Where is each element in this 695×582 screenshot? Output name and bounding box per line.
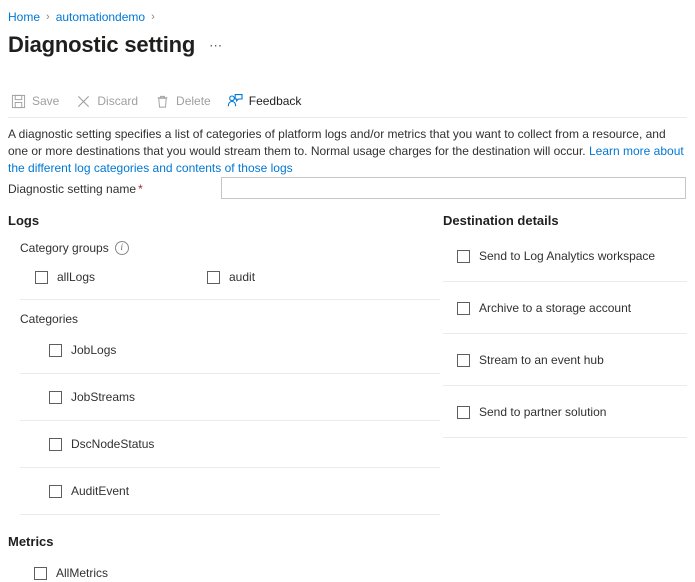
checkbox-audit[interactable]: audit	[207, 268, 255, 286]
close-icon	[75, 93, 91, 109]
checkbox-jobstreams[interactable]: JobStreams	[49, 388, 440, 406]
checkbox-joblogs[interactable]: JobLogs	[49, 341, 440, 359]
discard-button-label: Discard	[97, 93, 138, 109]
category-row-auditevent: AuditEvent	[8, 468, 440, 515]
category-row-jobstreams: JobStreams	[8, 374, 440, 421]
chevron-right-icon: ›	[151, 9, 155, 25]
feedback-icon	[227, 93, 243, 109]
breadcrumb: Home › automationdemo ›	[8, 9, 161, 25]
feedback-button-label: Feedback	[249, 93, 302, 109]
category-row-dscnodestatus: DscNodeStatus	[8, 421, 440, 468]
checkbox-stream-to-event-hub-box[interactable]	[457, 354, 470, 367]
discard-button[interactable]: Discard	[75, 90, 138, 112]
checkbox-send-to-log-analytics-workspace-box[interactable]	[457, 250, 470, 263]
feedback-button[interactable]: Feedback	[227, 90, 302, 112]
metrics-heading: Metrics	[8, 533, 440, 551]
checkbox-send-to-log-analytics-workspace[interactable]: Send to Log Analytics workspace	[457, 247, 687, 265]
checkbox-stream-to-event-hub-label: Stream to an event hub	[479, 352, 604, 368]
delete-button[interactable]: Delete	[154, 90, 211, 112]
info-icon[interactable]	[115, 241, 129, 255]
checkbox-joblogs-box[interactable]	[49, 344, 62, 357]
checkbox-alllogs-label: allLogs	[57, 269, 95, 285]
breadcrumb-item-automationdemo[interactable]: automationdemo	[56, 9, 145, 25]
checkbox-audit-box[interactable]	[207, 271, 220, 284]
logs-section: Logs Category groups allLogs audit Categ…	[8, 212, 440, 582]
diagnostic-setting-name-label-text: Diagnostic setting name	[8, 182, 136, 196]
page-title-row: Diagnostic setting ⋯	[8, 32, 223, 58]
diagnostic-setting-name-input[interactable]	[221, 177, 686, 199]
checkbox-allmetrics-box[interactable]	[34, 567, 47, 580]
page-title: Diagnostic setting	[8, 32, 195, 58]
category-divider	[20, 514, 440, 515]
checkbox-allmetrics-label: AllMetrics	[56, 565, 108, 581]
checkbox-joblogs-label: JobLogs	[71, 342, 116, 358]
category-groups-row: allLogs audit	[35, 268, 440, 286]
destination-divider	[443, 437, 687, 438]
chevron-right-icon: ›	[46, 9, 50, 25]
required-marker: *	[138, 182, 143, 196]
checkbox-auditevent-label: AuditEvent	[71, 483, 129, 499]
checkbox-jobstreams-box[interactable]	[49, 391, 62, 404]
description-text: A diagnostic setting specifies a list of…	[8, 126, 686, 177]
destination-row-log-analytics: Send to Log Analytics workspace	[443, 230, 687, 282]
destination-row-event-hub: Stream to an event hub	[443, 334, 687, 386]
breadcrumb-item-home[interactable]: Home	[8, 9, 40, 25]
checkbox-auditevent-box[interactable]	[49, 485, 62, 498]
save-button-label: Save	[32, 93, 59, 109]
checkbox-allmetrics[interactable]: AllMetrics	[34, 564, 440, 582]
checkbox-archive-to-storage-account-box[interactable]	[457, 302, 470, 315]
checkbox-alllogs-box[interactable]	[35, 271, 48, 284]
checkbox-dscnodestatus-box[interactable]	[49, 438, 62, 451]
checkbox-jobstreams-label: JobStreams	[71, 389, 135, 405]
category-groups-divider	[20, 299, 440, 300]
category-groups-label: Category groups	[20, 240, 109, 256]
checkbox-send-to-partner-solution[interactable]: Send to partner solution	[457, 403, 687, 421]
checkbox-archive-to-storage-account-label: Archive to a storage account	[479, 300, 631, 316]
checkbox-dscnodestatus[interactable]: DscNodeStatus	[49, 435, 440, 453]
checkbox-archive-to-storage-account[interactable]: Archive to a storage account	[457, 299, 687, 317]
save-button[interactable]: Save	[10, 90, 59, 112]
description-body: A diagnostic setting specifies a list of…	[8, 127, 666, 158]
destination-details-heading: Destination details	[443, 212, 687, 230]
checkbox-dscnodestatus-label: DscNodeStatus	[71, 436, 154, 452]
delete-button-label: Delete	[176, 93, 211, 109]
category-groups-label-row: Category groups	[20, 240, 440, 256]
checkbox-send-to-partner-solution-label: Send to partner solution	[479, 404, 606, 420]
command-toolbar: Save Discard Delete Fee	[10, 90, 317, 112]
checkbox-audit-label: audit	[229, 269, 255, 285]
trash-icon	[154, 93, 170, 109]
logs-heading: Logs	[8, 212, 440, 230]
toolbar-divider	[8, 117, 687, 118]
destination-row-partner-solution: Send to partner solution	[443, 386, 687, 438]
checkbox-stream-to-event-hub[interactable]: Stream to an event hub	[457, 351, 687, 369]
destination-row-storage-account: Archive to a storage account	[443, 282, 687, 334]
more-options-ellipsis-icon[interactable]: ⋯	[209, 38, 223, 54]
destination-details-section: Destination details Send to Log Analytic…	[443, 212, 687, 438]
diagnostic-setting-name-label: Diagnostic setting name*	[8, 181, 143, 197]
save-icon	[10, 93, 26, 109]
checkbox-send-to-log-analytics-workspace-label: Send to Log Analytics workspace	[479, 248, 655, 264]
checkbox-send-to-partner-solution-box[interactable]	[457, 406, 470, 419]
categories-label: Categories	[20, 311, 440, 327]
checkbox-auditevent[interactable]: AuditEvent	[49, 482, 440, 500]
checkbox-alllogs[interactable]: allLogs	[35, 268, 95, 286]
category-row-joblogs: JobLogs	[8, 327, 440, 374]
